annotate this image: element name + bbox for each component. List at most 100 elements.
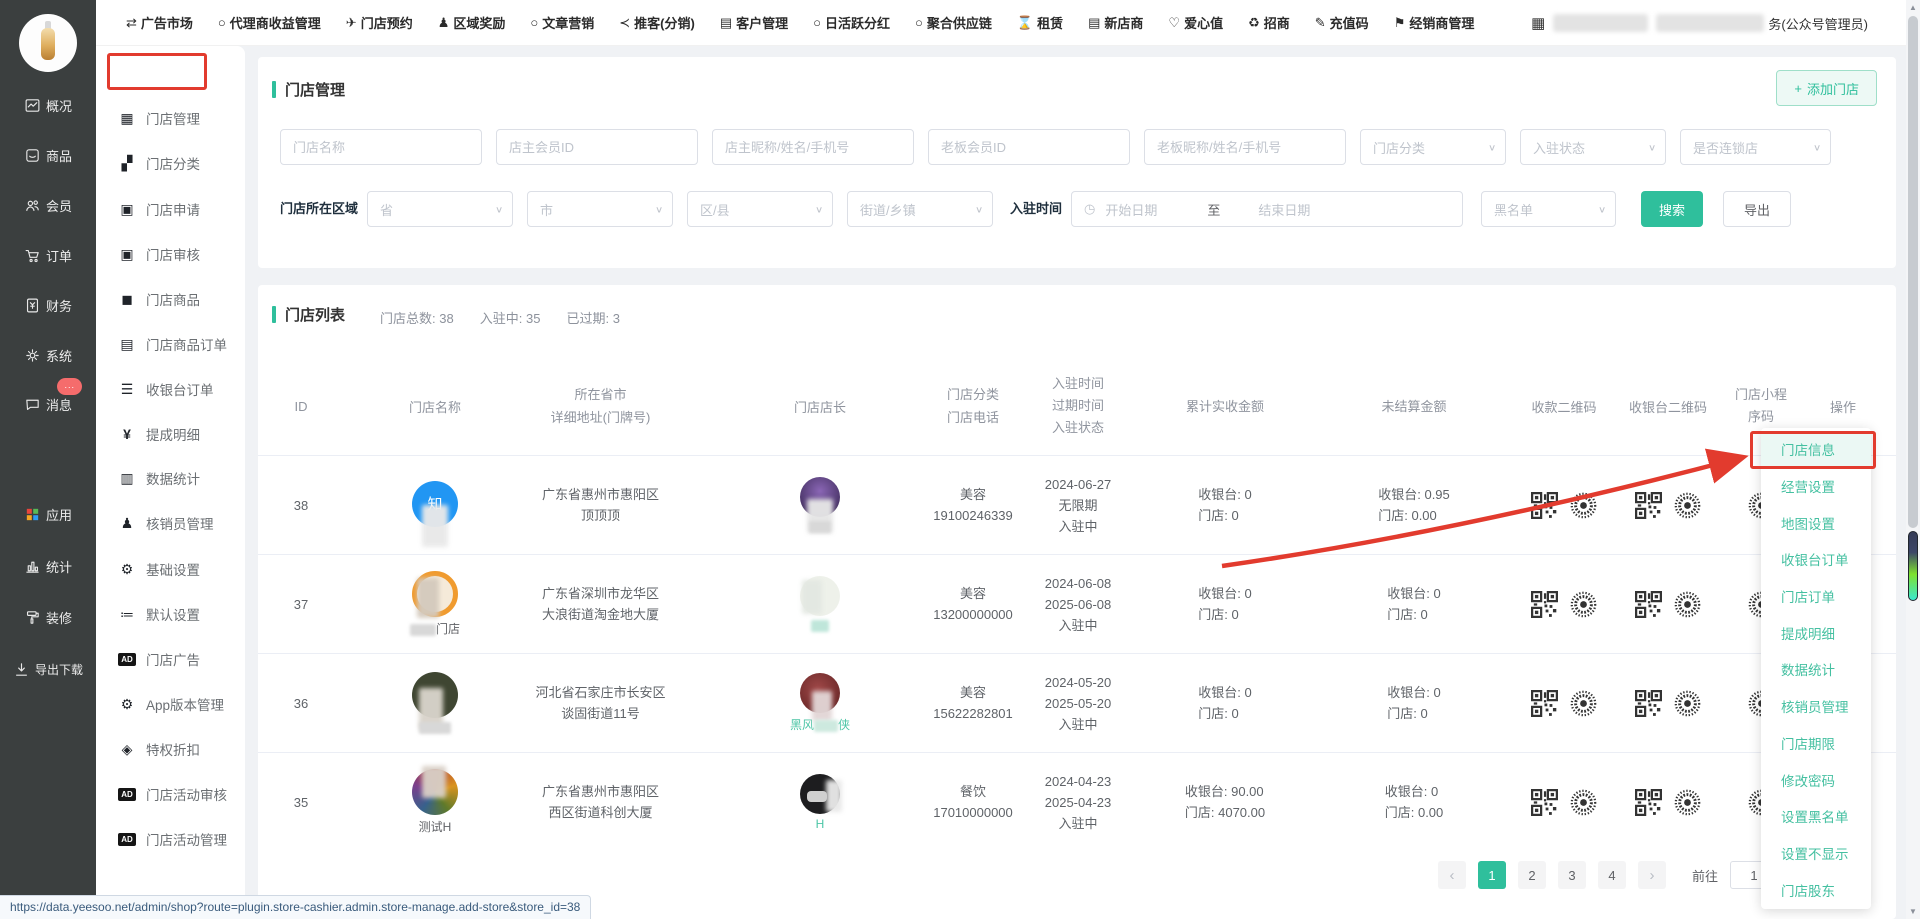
cashier-ring-code-icon[interactable]: [1674, 492, 1701, 519]
page-button-1[interactable]: 1: [1478, 861, 1506, 889]
dropdown-item-business-settings[interactable]: 经营设置: [1761, 468, 1871, 505]
rail-item-export-download[interactable]: 导出下载: [0, 652, 96, 686]
boss-nickname-input[interactable]: [1144, 129, 1346, 165]
sidebar-item-store-audit[interactable]: ▣门店审核: [96, 237, 245, 271]
dropdown-item-change-password[interactable]: 修改密码: [1761, 761, 1871, 798]
dropdown-item-store-orders[interactable]: 门店订单: [1761, 578, 1871, 615]
dropdown-item-store-info[interactable]: 门店信息: [1761, 431, 1871, 468]
topnav-dealer-management[interactable]: ⚑经销商管理: [1394, 13, 1475, 32]
sidebar-item-app-version[interactable]: ⚙App版本管理: [96, 687, 245, 721]
topnav-agent-income[interactable]: ○代理商收益管理: [218, 13, 321, 32]
payment-ring-code-icon[interactable]: [1570, 789, 1597, 816]
scroll-up-arrow[interactable]: ▲: [1906, 3, 1920, 12]
payment-qr-icon[interactable]: [1531, 591, 1558, 618]
sidebar-item-store-apply[interactable]: ▣门店申请: [96, 192, 245, 226]
owner-member-id-input[interactable]: [496, 129, 698, 165]
sidebar-item-store-activity-manage[interactable]: AD门店活动管理: [96, 822, 245, 856]
payment-qr-icon[interactable]: [1531, 492, 1558, 519]
dropdown-item-set-blacklist[interactable]: 设置黑名单: [1761, 798, 1871, 835]
rail-item-member[interactable]: 会员: [0, 188, 96, 222]
topnav-article-marketing[interactable]: ○文章营销: [530, 13, 594, 32]
sidebar-item-data-statistics[interactable]: ▥数据统计: [96, 461, 245, 495]
dropdown-item-commission-detail[interactable]: 提成明细: [1761, 614, 1871, 651]
dropdown-item-verifier-management[interactable]: 核销员管理: [1761, 688, 1871, 725]
sidebar-item-verifier-management[interactable]: ♟核销员管理: [96, 506, 245, 540]
scrollbar-thumb[interactable]: [1908, 16, 1918, 528]
page-scrollbar[interactable]: ▲ ▼: [1906, 0, 1920, 919]
grid-menu-icon[interactable]: ▦: [1531, 14, 1545, 32]
add-store-button[interactable]: +添加门店: [1776, 70, 1877, 106]
cashier-qr-icon[interactable]: [1635, 789, 1662, 816]
sidebar-item-commission-detail[interactable]: ¥提成明细: [96, 417, 245, 451]
export-button[interactable]: 导出: [1723, 191, 1791, 227]
search-button[interactable]: 搜索: [1641, 191, 1703, 227]
chain-store-select[interactable]: 是否连锁店∨: [1680, 129, 1831, 165]
rail-item-goods[interactable]: 商品: [0, 138, 96, 172]
store-name-input[interactable]: [280, 129, 482, 165]
topnav-investment[interactable]: ♻招商: [1248, 13, 1290, 32]
sidebar-item-store-ads[interactable]: AD门店广告: [96, 642, 245, 676]
rail-item-finance[interactable]: 财务: [0, 288, 96, 322]
topnav-daily-dividend[interactable]: ○日活跃分红: [813, 13, 890, 32]
page-button-2[interactable]: 2: [1518, 861, 1546, 889]
dropdown-item-map-settings[interactable]: 地图设置: [1761, 504, 1871, 541]
cashier-qr-icon[interactable]: [1635, 591, 1662, 618]
dropdown-item-set-hidden[interactable]: 设置不显示: [1761, 835, 1871, 872]
next-page-button[interactable]: ›: [1638, 861, 1666, 889]
rail-item-apps[interactable]: 应用: [0, 497, 96, 531]
rail-item-overview[interactable]: 概况: [0, 88, 96, 122]
dropdown-item-store-shareholders[interactable]: 门店股东: [1761, 871, 1871, 908]
cashier-qr-icon[interactable]: [1635, 492, 1662, 519]
street-select[interactable]: 街道/乡镇∨: [847, 191, 993, 227]
payment-ring-code-icon[interactable]: [1570, 492, 1597, 519]
topnav-ad-market[interactable]: ⇄广告市场: [126, 13, 193, 32]
account-avatar[interactable]: [19, 14, 77, 72]
payment-ring-code-icon[interactable]: [1570, 690, 1597, 717]
sidebar-item-store-goods[interactable]: ◼门店商品: [96, 282, 245, 316]
blacklist-select[interactable]: 黑名单∨: [1481, 191, 1616, 227]
topnav-supply-chain[interactable]: ○聚合供应链: [915, 13, 992, 32]
entry-status-select[interactable]: 入驻状态∨: [1520, 129, 1666, 165]
rail-item-order[interactable]: 订单: [0, 238, 96, 272]
sidebar-item-store-activity-audit[interactable]: AD门店活动审核: [96, 777, 245, 811]
cashier-qr-icon[interactable]: [1635, 690, 1662, 717]
rail-item-decorate[interactable]: 装修: [0, 600, 96, 634]
rail-item-stats[interactable]: 统计: [0, 549, 96, 583]
sidebar-item-basic-settings[interactable]: ⚙基础设置: [96, 552, 245, 586]
district-select[interactable]: 区/县∨: [687, 191, 833, 227]
sidebar-item-store-category[interactable]: ▞门店分类: [96, 146, 245, 180]
topnav-new-store[interactable]: ▤新店商: [1088, 13, 1143, 32]
store-category-select[interactable]: 门店分类∨: [1360, 129, 1506, 165]
page-button-3[interactable]: 3: [1558, 861, 1586, 889]
topnav-love-value[interactable]: ♡爱心值: [1168, 13, 1223, 32]
topnav-rental[interactable]: ⌛租赁: [1017, 13, 1063, 32]
sidebar-item-store-manage[interactable]: ▦门店管理: [96, 101, 245, 135]
payment-qr-icon[interactable]: [1531, 690, 1558, 717]
topnav-recharge-code[interactable]: ✎充值码: [1315, 13, 1369, 32]
cashier-ring-code-icon[interactable]: [1674, 789, 1701, 816]
topnav-store-reservation[interactable]: ✈门店预约: [346, 13, 413, 32]
cashier-ring-code-icon[interactable]: [1674, 591, 1701, 618]
entry-date-range-picker[interactable]: ◷ 开始日期 至 结束日期: [1071, 191, 1463, 227]
start-date-placeholder[interactable]: 开始日期: [1105, 200, 1157, 219]
topnav-customer-management[interactable]: ▤客户管理: [720, 13, 788, 32]
sidebar-item-default-settings[interactable]: ≔默认设置: [96, 597, 245, 631]
cashier-ring-code-icon[interactable]: [1674, 690, 1701, 717]
dropdown-item-cashier-orders[interactable]: 收银台订单: [1761, 541, 1871, 578]
sidebar-item-cashier-orders[interactable]: ☰收银台订单: [96, 372, 245, 406]
scroll-down-arrow[interactable]: ▼: [1906, 907, 1920, 916]
boss-member-id-input[interactable]: [928, 129, 1130, 165]
prev-page-button[interactable]: ‹: [1438, 861, 1466, 889]
dropdown-item-store-term[interactable]: 门店期限: [1761, 725, 1871, 762]
city-select[interactable]: 市∨: [527, 191, 673, 227]
sidebar-item-store-goods-orders[interactable]: ▤门店商品订单: [96, 327, 245, 361]
topnav-region-reward[interactable]: ♟区域奖励: [438, 13, 506, 32]
topnav-promoter[interactable]: ≺推客(分销): [619, 13, 695, 32]
payment-qr-icon[interactable]: [1531, 789, 1558, 816]
owner-nickname-input[interactable]: [712, 129, 914, 165]
end-date-placeholder[interactable]: 结束日期: [1258, 200, 1310, 219]
rail-item-system[interactable]: 系统: [0, 338, 96, 372]
rail-item-message[interactable]: 消息 ...: [0, 387, 96, 421]
sidebar-item-privilege-discount[interactable]: ◈特权折扣: [96, 732, 245, 766]
topbar-account-area[interactable]: ▦ 务(公众号管理员): [1531, 0, 1868, 46]
